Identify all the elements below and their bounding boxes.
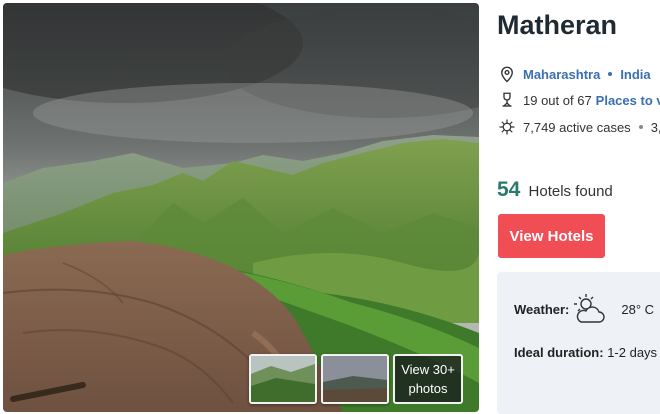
hotels-label: Hotels found — [528, 183, 613, 200]
ideal-duration-label: Ideal duration: — [514, 345, 604, 360]
hero-photo[interactable]: View 30+ photos — [3, 3, 479, 412]
view-hotels-button[interactable]: View Hotels — [498, 214, 605, 258]
hotels-count: 54 — [497, 178, 521, 201]
weather-label: Weather: — [514, 301, 570, 317]
destination-title: Matheran — [497, 10, 618, 40]
destination-info-panel: Matheran Maharashtra India 19 out of 67 … — [497, 0, 660, 414]
photo-thumbnails: View 30+ photos — [249, 354, 463, 404]
view-more-photos-button[interactable]: View 30+ photos — [393, 354, 463, 404]
separator-dot — [608, 72, 613, 76]
weather-row: Weather: 28° C — [514, 292, 654, 326]
places-to-visit-link[interactable]: Places to vi — [596, 93, 660, 108]
virus-icon — [497, 117, 517, 137]
view-more-line1: View 30+ — [401, 362, 455, 377]
location-row: Maharashtra India — [497, 64, 651, 84]
separator-dot — [638, 125, 643, 129]
mountain-landscape-image — [3, 3, 479, 412]
ideal-duration-value: 1-2 days — [607, 345, 658, 360]
map-pin-icon — [497, 64, 517, 84]
ideal-duration-row: Ideal duration: 1-2 days — [514, 345, 657, 360]
more-cases-text: 3,8 — [650, 119, 660, 135]
active-cases-text: 7,749 active cases — [523, 119, 631, 135]
thumbnail-1[interactable] — [249, 354, 317, 404]
ranking-row: 19 out of 67 Places to vi — [497, 90, 660, 110]
hotels-found: 54 Hotels found — [497, 178, 613, 202]
trophy-icon — [497, 90, 517, 110]
state-link[interactable]: Maharashtra — [523, 67, 600, 82]
partly-cloudy-icon — [571, 292, 607, 326]
thumbnail-2[interactable] — [321, 354, 389, 404]
ranking-text: 19 out of 67 — [523, 92, 592, 108]
temperature-value: 28° C — [621, 301, 655, 317]
view-more-line2: photos — [408, 381, 448, 396]
covid-row: 7,749 active cases 3,8 — [497, 117, 660, 137]
weather-card: Weather: 28° C Ideal duration: 1-2 days — [497, 272, 660, 414]
country-link[interactable]: India — [620, 67, 650, 82]
